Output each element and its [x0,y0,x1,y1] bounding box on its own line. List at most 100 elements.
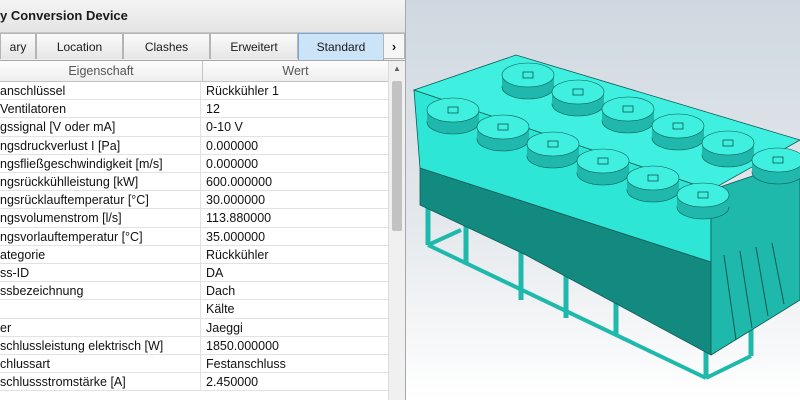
grid-scrollbar[interactable]: ▲ [388,61,405,400]
property-value[interactable]: 600.000000 [206,173,386,191]
property-value[interactable]: 30.000000 [206,191,386,209]
property-name-text: ngsvolumenstrom [l/s] [0,211,122,226]
cooler-model-render [412,54,800,380]
property-name: er [0,318,201,337]
property-name: ngsrücklauftemperatur [°C] [0,191,201,210]
property-name: ngsdruckverlust I [Pa] [0,136,201,155]
property-name-text: gssignal [V oder mA] [0,120,116,135]
property-value[interactable]: 113.880000 [206,209,386,227]
property-name-text: schlussstromstärke [A] [0,375,126,390]
fan-top [576,148,630,174]
fan-top [651,113,705,139]
property-value[interactable]: 0.000000 [206,137,386,155]
property-name: schlussstromstärke [A] [0,373,201,392]
table-row[interactable]: ngsvolumenstrom [l/s] 113.880000 [0,209,388,228]
property-value[interactable]: Kälte [206,300,386,318]
property-value[interactable]: 35.000000 [206,228,386,246]
property-value[interactable]: 0.000000 [206,155,386,173]
tab-erweitert[interactable]: Erweitert [210,33,298,59]
property-value[interactable]: 1850.000000 [206,337,386,355]
table-row[interactable]: gssignal [V oder mA] 0-10 V [0,118,388,137]
table-row[interactable]: ngsvorlauftemperatur [°C] 35.000000 [0,227,388,246]
property-value[interactable]: Rückkühler 1 [206,82,386,100]
fan-top [501,62,555,88]
panel-title: y Conversion Device [0,8,128,23]
fan-top [526,131,580,157]
fan-top [751,147,800,173]
column-header-property[interactable]: Eigenschaft [0,61,203,81]
property-name: schlussleistung elektrisch [W] [0,336,201,355]
grid-header: Eigenschaft Wert [0,61,388,82]
property-name-text: ngsvorlauftemperatur [°C] [0,229,143,244]
property-name: ngsfließgeschwindigkeit [m/s] [0,154,201,173]
property-name-text: ngsfließgeschwindigkeit [m/s] [0,156,163,171]
property-name-text: ngsdruckverlust I [Pa] [0,138,121,153]
scroll-thumb[interactable] [392,81,402,231]
frame-brace [705,354,752,380]
property-value[interactable]: Dach [206,282,386,300]
table-row[interactable]: ngsrückkühlleistung [kW] 600.000000 [0,173,388,192]
properties-panel: y Conversion Device ary Location Clashes… [0,0,406,400]
app-root: y Conversion Device ary Location Clashes… [0,0,800,400]
fan-top [626,165,680,191]
tab-summary[interactable]: ary [0,33,36,59]
table-row[interactable]: schlussleistung elektrisch [W] 1850.00000… [0,336,388,355]
frame-brace [427,228,462,247]
property-name: Ventilatoren [0,100,201,119]
property-value[interactable]: DA [206,264,386,282]
property-name [0,300,201,319]
table-row[interactable]: er Jaeggi [0,318,388,337]
tab-bar: ary Location Clashes Erweitert Standard … [0,33,405,61]
property-name: ngsvolumenstrom [l/s] [0,209,201,228]
property-name-text: ategorie [0,247,46,262]
fan-top [476,114,530,140]
table-row[interactable]: ssbezeichnung Dach [0,282,388,301]
fan-top [601,96,655,122]
table-row[interactable]: ss-ID DA [0,264,388,283]
tab-clashes[interactable]: Clashes [123,33,210,59]
fan-top [551,79,605,105]
table-row[interactable]: Kälte [0,300,388,319]
property-name: ngsrückkühlleistung [kW] [0,173,201,191]
table-row[interactable]: chlussart Festanschluss [0,355,388,374]
panel-titlebar: y Conversion Device [0,0,405,33]
property-grid: Eigenschaft Wert anschlüssel Rückkühler 1… [0,61,388,400]
table-row[interactable]: ngsdruckverlust I [Pa] 0.000000 [0,136,388,155]
property-value[interactable]: Rückkühler [206,246,386,264]
property-value[interactable]: 2.450000 [206,373,386,391]
model-viewport[interactable] [406,0,800,400]
property-value[interactable]: 0-10 V [206,118,386,136]
property-name-text: ngsrücklauftemperatur [°C] [0,193,149,208]
property-name: chlussart [0,355,201,373]
property-name: ngsvorlauftemperatur [°C] [0,227,201,246]
property-name: ss-ID [0,264,201,282]
table-row[interactable]: schlussstromstärke [A] 2.450000 [0,373,388,392]
property-name-text: ss-ID [0,266,30,280]
tab-location[interactable]: Location [36,33,123,59]
property-name-text: anschlüssel [0,84,66,98]
column-header-value[interactable]: Wert [203,61,388,81]
property-name: ssbezeichnung [0,282,201,301]
table-row[interactable]: ngsrücklauftemperatur [°C] 30.000000 [0,191,388,210]
property-name-text: ngsrückkühlleistung [kW] [0,175,139,189]
property-name-text: Ventilatoren [0,102,67,117]
table-row[interactable]: ategorie Rückkühler [0,245,388,264]
property-value[interactable]: 12 [206,100,386,118]
property-name: anschlüssel [0,82,201,100]
property-name-text: schlussleistung elektrisch [W] [0,338,164,353]
property-value[interactable]: Festanschluss [206,355,386,373]
fan-top [426,97,480,123]
property-name-text: er [0,320,12,335]
property-name: ategorie [0,245,201,264]
tab-standard[interactable]: Standard [298,33,384,60]
fan-top [701,130,755,156]
table-row[interactable]: anschlüssel Rückkühler 1 [0,82,388,101]
property-value[interactable]: Jaeggi [206,319,386,337]
property-name-text: ssbezeichnung [0,284,84,299]
property-name: gssignal [V oder mA] [0,118,201,137]
scroll-up-arrow-icon[interactable]: ▲ [389,61,405,77]
tab-scroll-right-button[interactable]: › [383,33,405,59]
fan-top [676,182,730,208]
table-row[interactable]: Ventilatoren 12 [0,100,388,119]
table-row[interactable]: ngsfließgeschwindigkeit [m/s] 0.000000 [0,154,388,173]
